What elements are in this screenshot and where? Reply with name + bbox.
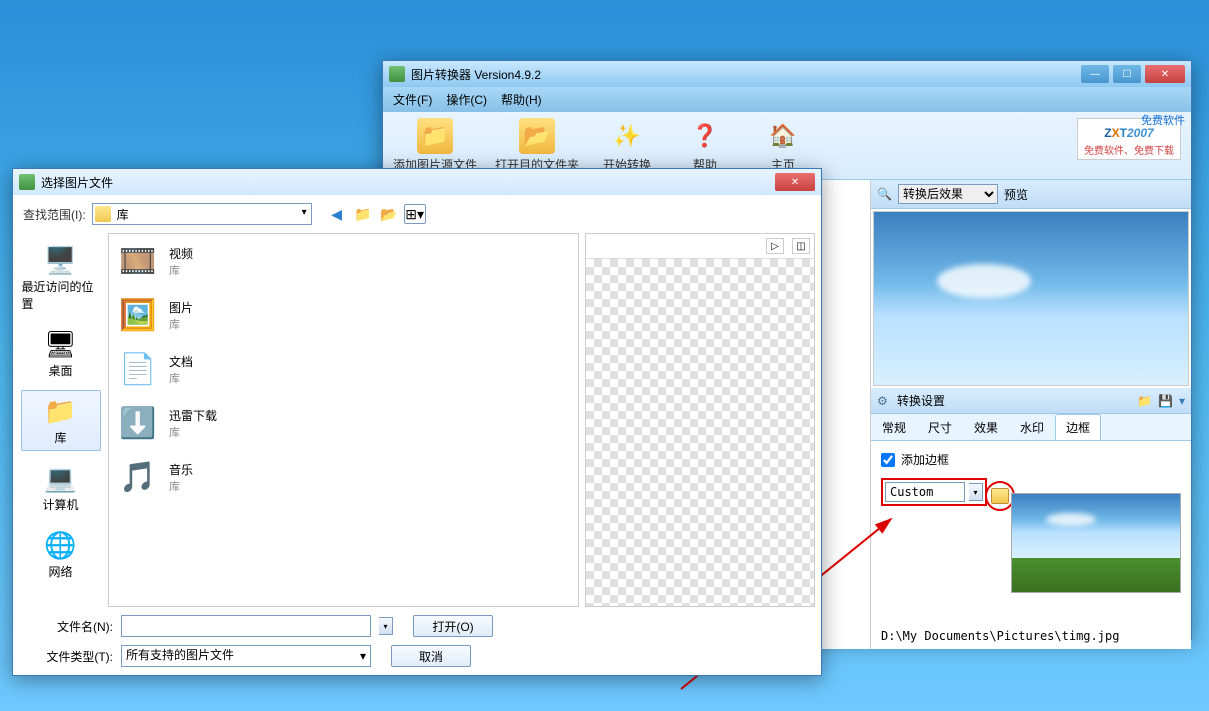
list-item[interactable]: 📄 文档库 [109, 342, 578, 396]
settings-tabs: 常规 尺寸 效果 水印 边框 [871, 414, 1191, 441]
help-icon: ❓ [687, 118, 723, 154]
browse-border-button[interactable] [991, 488, 1009, 504]
tab-effect[interactable]: 效果 [963, 414, 1009, 440]
filename-input[interactable] [121, 615, 371, 637]
minimize-button[interactable]: — [1081, 65, 1109, 83]
list-item[interactable]: 🖼️ 图片库 [109, 288, 578, 342]
sidebar-item-recent[interactable]: 🖥️ 最近访问的位置 [21, 239, 101, 317]
home-icon: 🏠 [765, 118, 801, 154]
filetype-combo[interactable]: 所有支持的图片文件 [121, 645, 371, 667]
tool-convert[interactable]: ✨ 开始转换 [597, 118, 657, 173]
menubar: 文件(F) 操作(C) 帮助(H) [383, 87, 1191, 112]
dialog-titlebar[interactable]: 选择图片文件 ✕ [13, 169, 821, 195]
documents-library-icon: 📄 [117, 348, 159, 390]
file-list[interactable]: 🎞️ 视频库 🖼️ 图片库 📄 文档库 ⬇️ 迅雷下载库 🎵 音乐库 [108, 233, 579, 607]
up-button[interactable]: 📁 [352, 204, 374, 224]
add-border-checkbox[interactable]: 添加边框 [881, 451, 1181, 468]
menu-operate[interactable]: 操作(C) [446, 91, 487, 108]
video-library-icon: 🎞️ [117, 240, 159, 282]
preview-toggle-button[interactable]: ◫ [792, 238, 810, 254]
sidebar-item-computer[interactable]: 💻 计算机 [21, 457, 101, 518]
main-titlebar[interactable]: 图片转换器 Version4.9.2 — ☐ ✕ [383, 61, 1191, 87]
gear-icon: ⚙ [877, 394, 891, 408]
network-icon: 🌐 [45, 529, 77, 561]
folder-open-icon: 📂 [519, 118, 555, 154]
border-tab-body: 添加边框 Custom ▾ D:\My Documents\Pictures\t… [871, 441, 1191, 649]
desktop-icon: 🖥 [45, 328, 77, 360]
main-title: 图片转换器 Version4.9.2 [411, 66, 1081, 83]
tool-open-dest[interactable]: 📂 打开目的文件夹 [495, 118, 579, 173]
back-button[interactable]: ◀ [326, 204, 348, 224]
dialog-title: 选择图片文件 [41, 174, 775, 191]
places-bar: 🖥️ 最近访问的位置 🖥 桌面 📁 库 💻 计算机 🌐 网络 [13, 233, 108, 607]
tool-add-source[interactable]: 📁 添加图片源文件 [393, 118, 477, 173]
menu-file[interactable]: 文件(F) [393, 91, 432, 108]
dialog-close-button[interactable]: ✕ [775, 173, 815, 191]
border-combo[interactable]: Custom [885, 482, 965, 502]
tool-home[interactable]: 🏠 主页 [753, 118, 813, 173]
chevron-down-icon[interactable]: ▾ [1179, 394, 1185, 408]
search-icon: 🔍 [877, 187, 892, 201]
file-dialog: 选择图片文件 ✕ 查找范围(I): 库 ◀ 📁 📂 ⊞▾ 🖥️ 最近访问的位置 [12, 168, 822, 676]
recent-icon: 🖥️ [45, 244, 77, 276]
list-item[interactable]: 🎞️ 视频库 [109, 234, 578, 288]
dialog-preview-pane: ▷ ◫ [585, 233, 815, 607]
lookin-label: 查找范围(I): [23, 206, 86, 223]
sidebar-item-desktop[interactable]: 🖥 桌面 [21, 323, 101, 384]
settings-label: 转换设置 [897, 392, 1131, 409]
dialog-icon [19, 174, 35, 190]
view-mode-button[interactable]: ⊞▾ [404, 204, 426, 224]
close-button[interactable]: ✕ [1145, 65, 1185, 83]
libraries-icon: 📁 [45, 395, 77, 427]
sidebar-item-network[interactable]: 🌐 网络 [21, 524, 101, 585]
maximize-button[interactable]: ☐ [1113, 65, 1141, 83]
preview-image [873, 211, 1189, 386]
preview-play-button[interactable]: ▷ [766, 238, 784, 254]
filetype-label: 文件类型(T): [23, 648, 113, 665]
tab-size[interactable]: 尺寸 [917, 414, 963, 440]
filename-history[interactable]: ▾ [379, 617, 393, 635]
tab-general[interactable]: 常规 [871, 414, 917, 440]
cancel-button[interactable]: 取消 [391, 645, 471, 667]
list-item[interactable]: ⬇️ 迅雷下载库 [109, 396, 578, 450]
open-button[interactable]: 打开(O) [413, 615, 493, 637]
border-combo-dropdown[interactable]: ▾ [969, 483, 983, 501]
tool-help[interactable]: ❓ 帮助 [675, 118, 735, 173]
wand-icon: ✨ [609, 118, 645, 154]
computer-icon: 💻 [45, 462, 77, 494]
effect-combo[interactable]: 转换后效果 [898, 184, 998, 204]
pictures-library-icon: 🖼️ [117, 294, 159, 336]
preview-checker [586, 259, 814, 606]
download-library-icon: ⬇️ [117, 402, 159, 444]
border-path: D:\My Documents\Pictures\timg.jpg [881, 629, 1119, 643]
preview-label: 预览 [1004, 186, 1028, 203]
music-library-icon: 🎵 [117, 456, 159, 498]
border-thumbnail [1011, 493, 1181, 593]
new-folder-button[interactable]: 📂 [378, 204, 400, 224]
folder-plus-icon: 📁 [417, 118, 453, 154]
right-panel: 🔍 转换后效果 预览 ⚙ 转换设置 📁 💾 ▾ 常规 尺寸 效果 水印 边框 [871, 180, 1191, 649]
tab-border[interactable]: 边框 [1055, 414, 1101, 440]
folder-icon[interactable]: 📁 [1137, 394, 1152, 408]
highlight-rect: Custom ▾ [881, 478, 987, 506]
sidebar-item-libraries[interactable]: 📁 库 [21, 390, 101, 451]
menu-help[interactable]: 帮助(H) [501, 91, 542, 108]
filename-label: 文件名(N): [23, 618, 113, 635]
lookin-combo[interactable]: 库 [92, 203, 312, 225]
tab-watermark[interactable]: 水印 [1009, 414, 1055, 440]
list-item[interactable]: 🎵 音乐库 [109, 450, 578, 504]
dialog-lookin-row: 查找范围(I): 库 ◀ 📁 📂 ⊞▾ [13, 195, 821, 233]
app-icon [389, 66, 405, 82]
save-icon[interactable]: 💾 [1158, 394, 1173, 408]
free-software-label: 免费软件 [1141, 112, 1185, 128]
